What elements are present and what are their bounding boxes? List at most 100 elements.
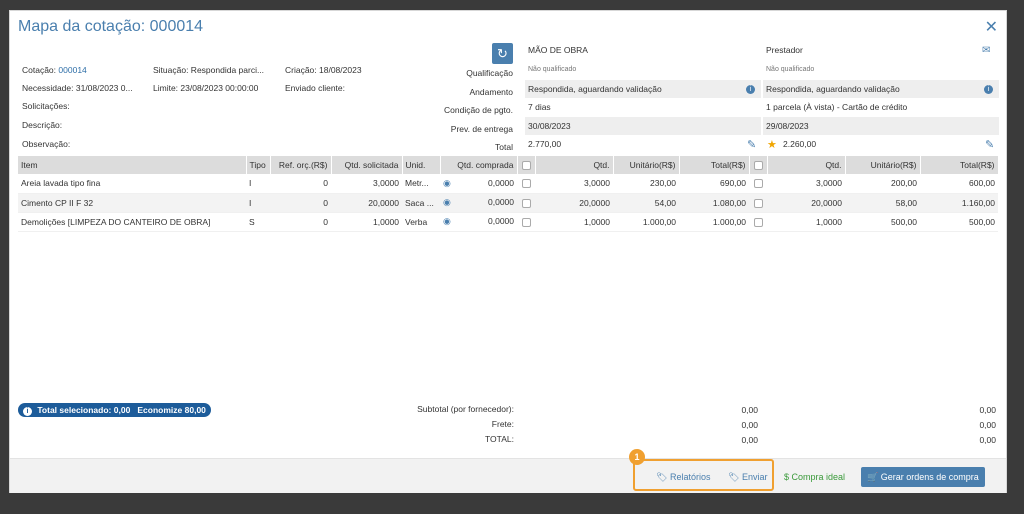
- col-s2-qtd[interactable]: Qtd.: [767, 156, 846, 174]
- info-icon[interactable]: i: [984, 85, 993, 94]
- col-ref[interactable]: Ref. orç.(R$): [270, 156, 332, 174]
- dollar-icon: $: [784, 472, 790, 482]
- badge-total-label: Total selecionado:: [37, 405, 112, 415]
- pencil-icon[interactable]: ✎: [747, 138, 756, 151]
- ideal-purchase-button[interactable]: $ Compra ideal: [778, 467, 851, 487]
- cell-select-s2[interactable]: [749, 174, 767, 194]
- cell-tipo: I: [246, 174, 270, 194]
- cell-unid: Verba: [402, 212, 440, 232]
- table-header-row: Item Tipo Ref. orç.(R$) Qtd. solicitada …: [18, 156, 999, 174]
- label-total: Total: [495, 142, 513, 152]
- eye-icon[interactable]: ◉: [443, 216, 451, 227]
- checkbox[interactable]: [521, 161, 531, 171]
- supplier-2-entrega: 29/08/2023: [763, 117, 999, 135]
- col-item[interactable]: Item: [18, 156, 247, 174]
- cell-qtd-comprada-value: 0,0000: [488, 177, 514, 188]
- quote-map-dialog: Mapa da cotação: 000014 ✕ Cotação: 00001…: [9, 10, 1007, 493]
- label-entrega: Prev. de entrega: [450, 124, 513, 134]
- checkbox[interactable]: [753, 179, 763, 189]
- col-s2-total[interactable]: Total(R$): [920, 156, 999, 174]
- situacao-info: Situação: Respondida parci...: [153, 65, 265, 75]
- summary-s2-total: 0,00: [979, 435, 996, 445]
- generate-orders-label: Gerar ordens de compra: [880, 472, 979, 482]
- cell-s1-qtd: 3,0000: [535, 174, 613, 194]
- observacao-info: Observação:: [22, 139, 71, 149]
- checkbox[interactable]: [521, 217, 531, 227]
- cell-s2-unitario: 58,00: [845, 193, 920, 213]
- col-qtd-solicitada[interactable]: Qtd. solicitada: [331, 156, 403, 174]
- cell-s2-unitario: 500,00: [845, 212, 920, 232]
- supplier-2-name: Prestador: [766, 45, 803, 55]
- cotacao-label: Cotação:: [22, 65, 57, 75]
- eye-icon[interactable]: ◉: [443, 178, 451, 189]
- col-tipo[interactable]: Tipo: [246, 156, 271, 174]
- enviado-info: Enviado cliente:: [285, 83, 346, 93]
- cell-select-s1[interactable]: [517, 212, 535, 232]
- cell-s1-qtd: 1,0000: [535, 212, 613, 232]
- summary-subtotal-label: Subtotal (por fornecedor):: [417, 404, 514, 414]
- limite-info: Limite: 23/08/2023 00:00:00: [153, 83, 259, 93]
- col-s1-total[interactable]: Total(R$): [679, 156, 750, 174]
- solicitacoes-info: Solicitações:: [22, 101, 70, 111]
- close-icon[interactable]: ✕: [985, 17, 998, 37]
- checkbox[interactable]: [521, 179, 531, 189]
- summary-s1-subtotal: 0,00: [741, 405, 758, 415]
- col-select-supplier-1[interactable]: [517, 156, 536, 174]
- criacao-info: Criação: 18/08/2023: [285, 65, 362, 75]
- dialog-footer: 🏷 Relatórios 🏷 Enviar $ Compra ideal 🛒 G…: [10, 458, 1006, 493]
- cell-s1-total: 1.080,00: [679, 193, 749, 213]
- supplier-1-total: 2.770,00: [528, 139, 562, 149]
- supplier-1-qualificacao: Não qualificado: [528, 66, 577, 73]
- cell-qtd-comprada: ◉ 0,0000: [440, 212, 517, 232]
- checkbox[interactable]: [521, 198, 531, 208]
- dialog-title: Mapa da cotação: 000014: [18, 18, 204, 35]
- checkbox[interactable]: [753, 217, 763, 227]
- cotacao-info: Cotação: 000014: [22, 65, 87, 75]
- cell-s1-unitario: 1.000,00: [613, 212, 679, 232]
- supplier-2-andamento: Respondida, aguardando validação: [763, 80, 999, 98]
- star-icon: ★: [767, 139, 777, 151]
- summary-s1-total: 0,00: [741, 435, 758, 445]
- col-s1-unitario[interactable]: Unitário(R$): [613, 156, 680, 174]
- cell-unid: Metr...: [402, 174, 440, 194]
- table-row[interactable]: Demolições [LIMPEZA DO CANTEIRO DE OBRA]…: [18, 212, 998, 232]
- selection-summary-badge: i Total selecionado: 0,00 Economize 80,0…: [18, 403, 211, 417]
- label-andamento: Andamento: [469, 87, 513, 97]
- eye-icon[interactable]: ◉: [443, 197, 451, 208]
- table-row[interactable]: Areia lavada tipo fina I 0 3,0000 Metr..…: [18, 174, 998, 194]
- supplier-1-entrega: 30/08/2023: [525, 117, 761, 135]
- cell-select-s1[interactable]: [517, 193, 535, 213]
- col-qtd-comprada[interactable]: Qtd. comprada: [440, 156, 518, 174]
- mail-icon[interactable]: ✉: [982, 45, 990, 56]
- highlight-box: [633, 459, 774, 491]
- items-table: Item Tipo Ref. orç.(R$) Qtd. solicitada …: [18, 156, 999, 232]
- col-unid[interactable]: Unid.: [402, 156, 441, 174]
- cell-select-s1[interactable]: [517, 174, 535, 194]
- refresh-icon[interactable]: ↻: [492, 43, 513, 64]
- cell-s2-qtd: 3,0000: [767, 174, 845, 194]
- info-icon[interactable]: i: [746, 85, 755, 94]
- cell-item: Areia lavada tipo fina: [18, 174, 246, 194]
- col-s2-unitario[interactable]: Unitário(R$): [845, 156, 921, 174]
- cell-s1-total: 1.000,00: [679, 212, 749, 232]
- pencil-icon[interactable]: ✎: [985, 138, 994, 151]
- generate-orders-button[interactable]: 🛒 Gerar ordens de compra: [861, 467, 985, 487]
- summary-s1-frete: 0,00: [741, 420, 758, 430]
- cell-select-s2[interactable]: [749, 193, 767, 213]
- cart-icon: 🛒: [867, 472, 879, 482]
- checkbox[interactable]: [753, 198, 763, 208]
- cell-tipo: I: [246, 193, 270, 213]
- table-row[interactable]: Cimento CP II F 32 I 0 20,0000 Saca ... …: [18, 193, 998, 213]
- summary-s2-subtotal: 0,00: [979, 405, 996, 415]
- cell-select-s2[interactable]: [749, 212, 767, 232]
- col-s1-qtd[interactable]: Qtd.: [535, 156, 614, 174]
- checkbox[interactable]: [753, 161, 763, 171]
- cell-s2-total: 500,00: [920, 212, 998, 232]
- necessidade-info: Necessidade: 31/08/2023 0...: [22, 83, 133, 93]
- label-condicao: Condição de pgto.: [444, 105, 513, 115]
- cell-tipo: S: [246, 212, 270, 232]
- cell-s2-total: 600,00: [920, 174, 998, 194]
- cotacao-link[interactable]: 000014: [58, 65, 86, 75]
- col-select-supplier-2[interactable]: [749, 156, 768, 174]
- supplier-1-name: MÃO DE OBRA: [528, 45, 588, 55]
